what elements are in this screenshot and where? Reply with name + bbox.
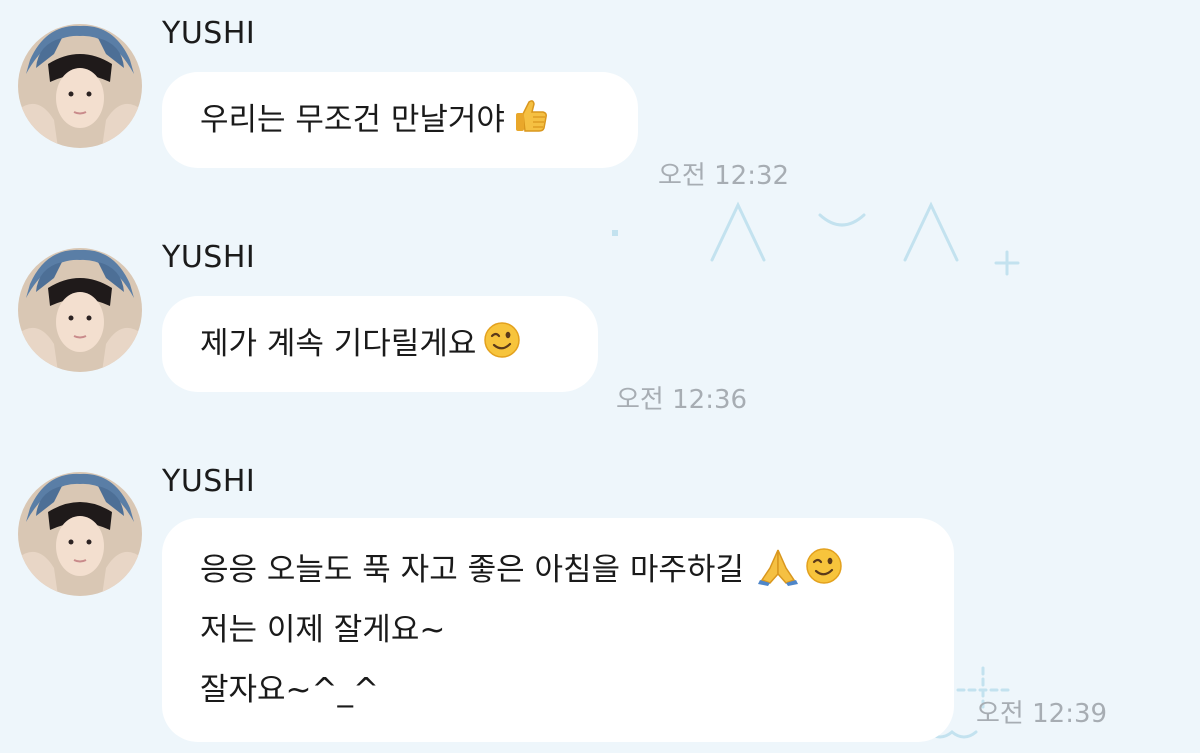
thumbs-up-icon (515, 100, 547, 132)
timestamp: 오전 12:32 (658, 161, 790, 191)
message-text: 우리는 무조건 만날거야 (200, 102, 505, 138)
avatar-image (18, 472, 142, 596)
timestamp: 오전 12:36 (616, 385, 748, 415)
message-text: 잘자요~^_^ (200, 672, 379, 708)
message-text: 저는 이제 잘게요~ (200, 612, 446, 648)
timestamp: 오전 12:39 (976, 699, 1108, 729)
sender-name: YUSHI (162, 16, 256, 51)
avatar-image (18, 248, 142, 372)
winking-face-icon (484, 322, 521, 358)
sender-name: YUSHI (162, 240, 256, 275)
avatar[interactable] (18, 24, 142, 148)
message-text: 응응 오늘도 푹 자고 좋은 아침을 마주하길 (200, 552, 744, 588)
message-bubble[interactable]: 응응 오늘도 푹 자고 좋은 아침을 마주하길 저는 이제 잘게요~ 잘자요~^… (162, 518, 954, 742)
avatar[interactable] (18, 248, 142, 372)
message-bubble[interactable]: 우리는 무조건 만날거야 (162, 72, 638, 168)
winking-face-icon (806, 548, 842, 584)
folded-hands-icon (757, 549, 798, 586)
message-bubble[interactable]: 제가 계속 기다릴게요 (162, 296, 598, 392)
avatar[interactable] (18, 472, 142, 596)
sender-name: YUSHI (162, 464, 256, 499)
avatar-image (18, 24, 142, 148)
message-text: 제가 계속 기다릴게요 (200, 326, 477, 362)
